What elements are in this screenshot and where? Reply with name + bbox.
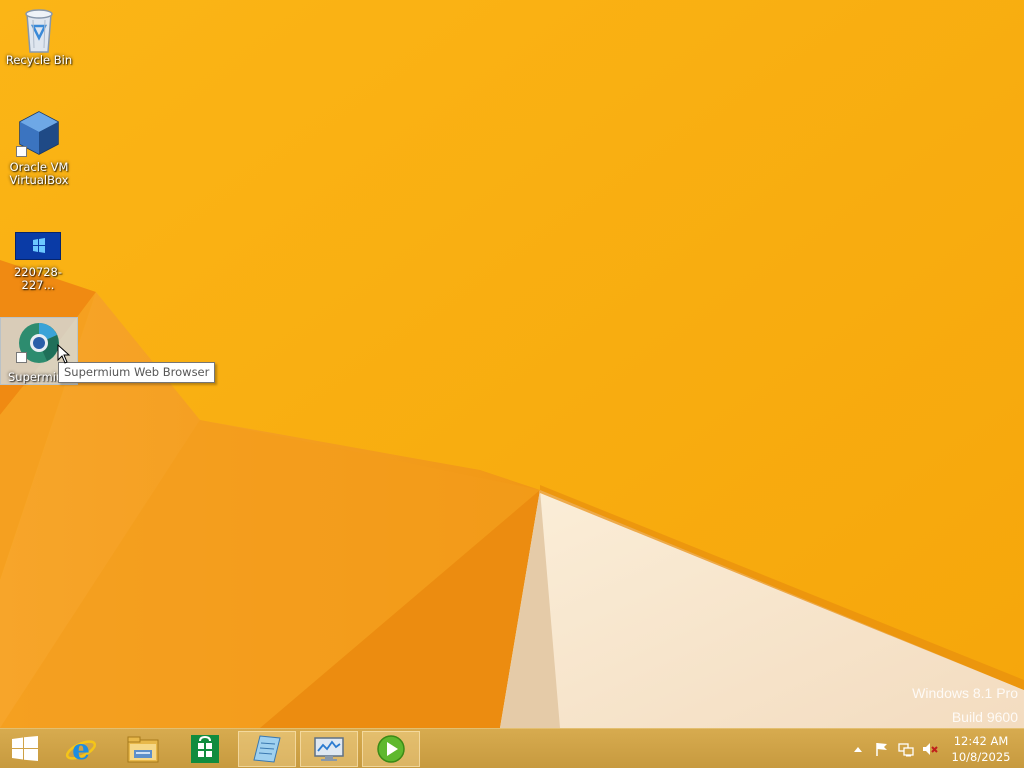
recycle-bin-icon xyxy=(25,9,53,53)
taskbar-app-player[interactable] xyxy=(362,731,420,767)
volume-muted-icon[interactable] xyxy=(922,741,938,757)
shortcut-arrow-icon xyxy=(16,352,27,363)
tooltip: Supermium Web Browser xyxy=(58,362,216,383)
taskbar-file-explorer[interactable] xyxy=(114,731,172,767)
notepad-icon xyxy=(253,735,281,763)
mouse-cursor-icon xyxy=(57,344,71,364)
desktop-icon-recycle-bin[interactable]: Recycle Bin xyxy=(1,6,77,67)
resource-monitor-icon xyxy=(314,737,344,761)
clock-time: 12:42 AM xyxy=(953,734,1009,748)
action-center-flag-icon[interactable] xyxy=(874,741,890,757)
desktop-icon-label: 220728-227... xyxy=(13,265,63,292)
internet-explorer-icon: e xyxy=(65,733,97,765)
taskbar-internet-explorer[interactable]: e xyxy=(52,731,110,767)
desktop-icon-label: Recycle Bin xyxy=(5,53,73,67)
shortcut-arrow-icon xyxy=(16,146,27,157)
watermark-edition: Windows 8.1 Pro xyxy=(912,685,1018,701)
start-button[interactable] xyxy=(0,731,50,767)
network-icon[interactable] xyxy=(898,741,914,757)
desktop-icon-windows-image[interactable]: 220728-227... xyxy=(0,232,76,292)
taskbar-app-notepad[interactable] xyxy=(238,731,296,767)
windows-image-icon xyxy=(15,232,61,260)
taskbar: e 12:42 AM 10/8/2025 xyxy=(0,728,1024,768)
taskbar-store[interactable] xyxy=(176,731,234,767)
watermark-build: Build 9600 xyxy=(951,709,1018,725)
store-icon xyxy=(191,735,219,763)
clock-date: 10/8/2025 xyxy=(951,750,1011,764)
media-player-icon xyxy=(377,735,405,763)
file-explorer-icon xyxy=(127,736,159,763)
taskbar-clock[interactable]: 12:42 AM 10/8/2025 xyxy=(950,733,1012,765)
taskbar-app-monitor[interactable] xyxy=(300,731,358,767)
windows-logo-icon xyxy=(12,736,38,761)
windows-watermark: Windows 8.1 Pro Build 9600 xyxy=(912,684,1018,726)
show-hidden-icons-icon[interactable] xyxy=(850,741,866,757)
desktop-icon-label: Oracle VM VirtualBox xyxy=(9,160,69,187)
svg-text:e: e xyxy=(72,733,90,765)
desktop-icon-virtualbox[interactable]: Oracle VM VirtualBox xyxy=(1,110,77,187)
desktop[interactable]: Recycle Bin Oracle VM VirtualBox 220728-… xyxy=(0,0,1024,728)
